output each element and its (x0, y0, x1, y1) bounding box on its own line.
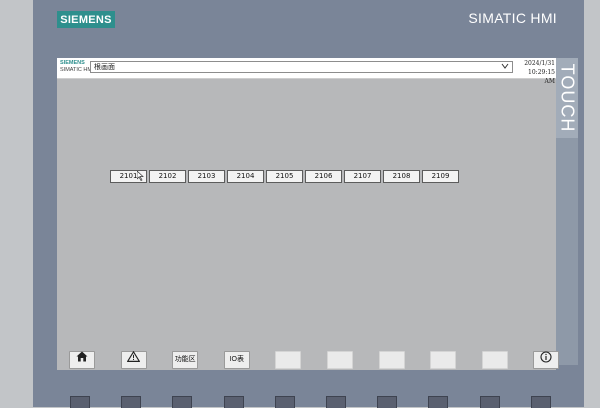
station-button-2103[interactable]: 2103 (188, 170, 225, 183)
physical-key-8[interactable] (428, 396, 449, 408)
function-key-bar: 功能区 IO表 (69, 350, 585, 370)
physical-key-10[interactable] (530, 396, 551, 408)
info-button[interactable] (533, 350, 560, 370)
physical-key-7[interactable] (377, 396, 398, 408)
physical-key-3[interactable] (172, 396, 193, 408)
physical-key-2[interactable] (121, 396, 142, 408)
touch-label: TOUCH (557, 63, 578, 133)
mouse-cursor-icon (136, 170, 144, 183)
physical-key-1[interactable] (70, 396, 90, 408)
station-button-2102[interactable]: 2102 (149, 170, 186, 183)
chevron-down-icon[interactable] (501, 62, 509, 74)
physical-key-9[interactable] (479, 396, 500, 408)
station-button-2107[interactable]: 2107 (344, 170, 381, 183)
date-display: 2024/1/31 (524, 60, 555, 67)
mini-logo-model: SIMATIC HMI (60, 67, 94, 73)
physical-key-5[interactable] (274, 396, 295, 408)
alarm-button[interactable] (120, 350, 147, 369)
io-table-button[interactable]: IO表 (223, 351, 250, 369)
device-model-label: SIMATIC HMI (468, 10, 557, 26)
clock: 2024/1/31 10:29:15 AM (519, 59, 555, 86)
blank-function-button-7[interactable] (378, 351, 405, 369)
time-display: 10:29:15 AM (528, 69, 555, 85)
blank-function-button-5[interactable] (275, 351, 302, 369)
station-buttons: 2101 2102 2103 2104 2105 2106 2107 2108 … (110, 170, 461, 183)
blank-function-button-8[interactable] (430, 351, 457, 369)
info-icon (540, 350, 552, 370)
function-area-button[interactable]: 功能区 (172, 351, 199, 369)
physical-key-6[interactable] (325, 396, 346, 408)
alarm-warning-icon (126, 350, 141, 369)
station-button-2108[interactable]: 2108 (383, 170, 420, 183)
hmi-screen: SIEMENS SIMATIC HMI 根画面 2024/1/31 10:29:… (57, 58, 556, 370)
mini-logo: SIEMENS SIMATIC HMI (60, 60, 94, 74)
station-button-2109[interactable]: 2109 (422, 170, 459, 183)
touch-label-panel: TOUCH (556, 58, 578, 138)
station-button-2106[interactable]: 2106 (305, 170, 342, 183)
siemens-logo: SIEMENS (57, 11, 115, 28)
station-button-2105[interactable]: 2105 (266, 170, 303, 183)
screen-selector-value: 根画面 (94, 64, 115, 71)
screen-header: SIEMENS SIMATIC HMI 根画面 2024/1/31 10:29:… (57, 58, 556, 85)
station-button-2104[interactable]: 2104 (227, 170, 264, 183)
blank-function-button-6[interactable] (326, 351, 353, 369)
mini-logo-brand: SIEMENS (60, 60, 85, 66)
home-button[interactable] (69, 351, 95, 369)
screen-selector[interactable]: 根画面 (90, 61, 513, 73)
home-icon (76, 351, 88, 369)
physical-key-4[interactable] (223, 396, 244, 408)
blank-function-button-9[interactable] (481, 351, 508, 369)
physical-key-row (70, 396, 582, 408)
